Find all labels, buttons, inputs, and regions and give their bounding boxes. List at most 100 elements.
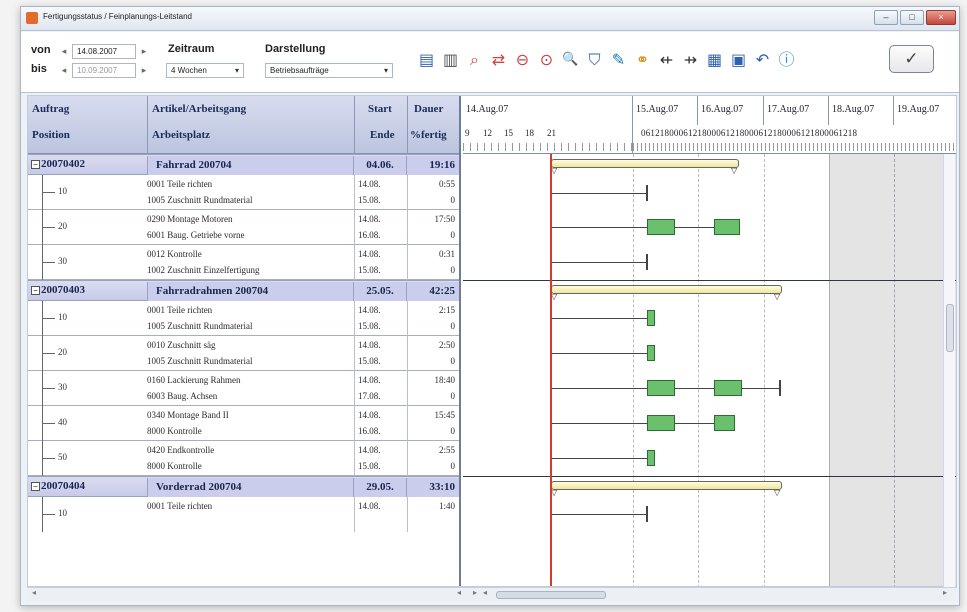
position-number: 10 — [58, 508, 67, 518]
vertical-scrollbar[interactable] — [943, 154, 955, 587]
scroll-left-icon[interactable]: ◂ — [32, 588, 36, 597]
task-line — [551, 423, 735, 424]
collapse-icon[interactable]: − — [31, 286, 40, 295]
day-divider — [698, 154, 699, 586]
position-row[interactable]: 50 0420 Endkontrolle 8000 Kontrolle 14.0… — [28, 441, 459, 476]
darstellung-select[interactable]: Betriebsaufträge ▾ — [265, 63, 393, 78]
undo-icon[interactable]: ↶ — [751, 48, 774, 71]
horizontal-scroll-thumb[interactable] — [496, 591, 606, 599]
zoom-range-icon[interactable]: ⇄ — [487, 48, 510, 71]
operation: 0001 Teile richten — [147, 179, 213, 189]
calendar-icon[interactable]: ▦ — [703, 48, 726, 71]
maximize-button[interactable]: □ — [900, 10, 924, 25]
gantt-chart[interactable]: 14.Aug.07 15.Aug.07 16.Aug.07 17.Aug.07 … — [463, 96, 956, 586]
task-block[interactable] — [714, 380, 742, 396]
workplace: 6001 Baug. Getriebe vorne — [147, 230, 245, 240]
position-row[interactable]: 10 0001 Teile richten 1005 Zuschnitt Run… — [28, 301, 459, 336]
tree-connector — [42, 210, 56, 245]
filter-toolbar: von ◂ 14.08.2007 ▸ bis ◂ 10.09.2007 ▸ Ze… — [21, 32, 959, 93]
arrow-left-icon[interactable]: ⇷ — [655, 48, 678, 71]
tick-marks — [463, 143, 633, 151]
order-bar[interactable] — [551, 481, 782, 490]
order-bar[interactable] — [551, 159, 739, 168]
grid-header: Auftrag Position Artikel/Arbeitsgang Arb… — [28, 96, 459, 154]
connect-icon[interactable]: ✎ — [607, 48, 630, 71]
link-icon[interactable]: ⚭ — [631, 48, 654, 71]
horizontal-scrollbar[interactable]: ◂ ◂ ▸ ◂ ▸ — [27, 587, 957, 601]
scroll-left-icon[interactable]: ◂ — [457, 588, 461, 597]
task-block[interactable] — [647, 415, 675, 431]
position-row[interactable]: 20 0290 Montage Motoren 6001 Baug. Getri… — [28, 210, 459, 245]
von-prev-button[interactable]: ◂ — [58, 44, 70, 59]
collapse-icon[interactable]: − — [31, 160, 40, 169]
info-icon[interactable]: ⓘ — [775, 48, 798, 71]
day-divider — [633, 154, 634, 586]
minimize-button[interactable]: – — [874, 10, 898, 25]
task-line — [551, 353, 647, 354]
order-row[interactable]: − 20070402 Fahrrad 200704 04.06. 19:16 — [28, 154, 459, 175]
zeitraum-select[interactable]: 4 Wochen ▾ — [166, 63, 244, 78]
position-row[interactable]: 10 0001 Teile richten 1005 Zuschnitt Run… — [28, 175, 459, 210]
order-article: Vorderrad 200704 — [147, 478, 354, 497]
position-row[interactable]: 30 0160 Lackierung Rahmen 6003 Baug. Ach… — [28, 371, 459, 406]
task-end-tick — [646, 254, 648, 270]
save-icon[interactable]: ▤ — [415, 48, 438, 71]
apply-button[interactable]: ✓ — [889, 45, 934, 73]
operation: 0340 Montage Band II — [147, 410, 229, 420]
order-bar[interactable] — [551, 285, 782, 294]
darstellung-value: Betriebsaufträge — [270, 66, 329, 75]
end-date: 16.08. — [358, 230, 381, 240]
position-number: 40 — [58, 417, 67, 427]
tree-connector — [42, 441, 56, 476]
zeitraum-label: Zeitraum — [168, 43, 215, 55]
order-row[interactable]: − 20070404 Vorderrad 200704 29.05. 33:10 — [28, 476, 459, 497]
position-row[interactable]: 20 0010 Zuschnitt säg 1005 Zuschnitt Run… — [28, 336, 459, 371]
column-rule — [407, 406, 408, 441]
darstellung-label: Darstellung — [265, 43, 326, 55]
scroll-right-icon[interactable]: ▸ — [943, 588, 947, 597]
workplace: 1005 Zuschnitt Rundmaterial — [147, 321, 253, 331]
column-rule — [354, 245, 355, 280]
bis-date-input[interactable]: 10.09.2007 — [72, 63, 136, 78]
task-block[interactable] — [647, 450, 655, 466]
task-block[interactable] — [647, 345, 655, 361]
tree-connector — [42, 301, 56, 336]
bis-prev-button[interactable]: ◂ — [58, 63, 70, 78]
close-button[interactable]: × — [926, 10, 956, 25]
scroll-left-icon[interactable]: ◂ — [483, 588, 487, 597]
bis-next-button[interactable]: ▸ — [138, 63, 150, 78]
task-block[interactable] — [714, 219, 740, 235]
duration: 2:50 — [438, 340, 455, 350]
zoom-in-icon[interactable]: ⌕ — [463, 48, 486, 71]
von-next-button[interactable]: ▸ — [138, 44, 150, 59]
position-row[interactable]: 10 0001 Teile richten 14.08. 1:40 — [28, 497, 459, 532]
task-block[interactable] — [647, 380, 675, 396]
tree-connector — [42, 336, 56, 371]
duration: 1:40 — [438, 501, 455, 511]
von-date-input[interactable]: 14.08.2007 — [72, 44, 136, 59]
order-id: 20070402 — [41, 158, 85, 170]
bis-label: bis — [31, 63, 47, 75]
task-block[interactable] — [714, 415, 735, 431]
collapse-icon[interactable]: − — [31, 482, 40, 491]
end-date: 15.08. — [358, 265, 381, 275]
filter-icon[interactable]: ⛉ — [583, 48, 606, 71]
search-icon[interactable]: 🔍 — [559, 48, 582, 71]
hour-label: 15 — [504, 128, 513, 138]
arrow-right-icon[interactable]: ⇸ — [679, 48, 702, 71]
position-row[interactable]: 40 0340 Montage Band II 8000 Kontrolle 1… — [28, 406, 459, 441]
start-date: 14.08. — [358, 179, 381, 189]
zoom-fit-icon[interactable]: ⊙ — [535, 48, 558, 71]
save-view-icon[interactable]: ▣ — [727, 48, 750, 71]
column-rule — [354, 371, 355, 406]
order-row[interactable]: − 20070403 Fahrradrahmen 200704 25.05. 4… — [28, 280, 459, 301]
zoom-out-icon[interactable]: ⊖ — [511, 48, 534, 71]
position-row[interactable]: 30 0012 Kontrolle 1002 Zuschnitt Einzelf… — [28, 245, 459, 280]
chevron-down-icon: ▾ — [234, 66, 239, 75]
scroll-right-icon[interactable]: ▸ — [473, 588, 477, 597]
duration: 0:55 — [438, 179, 455, 189]
task-block[interactable] — [647, 310, 655, 326]
task-block[interactable] — [647, 219, 675, 235]
vertical-scroll-thumb[interactable] — [946, 304, 954, 352]
list-icon[interactable]: ▥ — [439, 48, 462, 71]
